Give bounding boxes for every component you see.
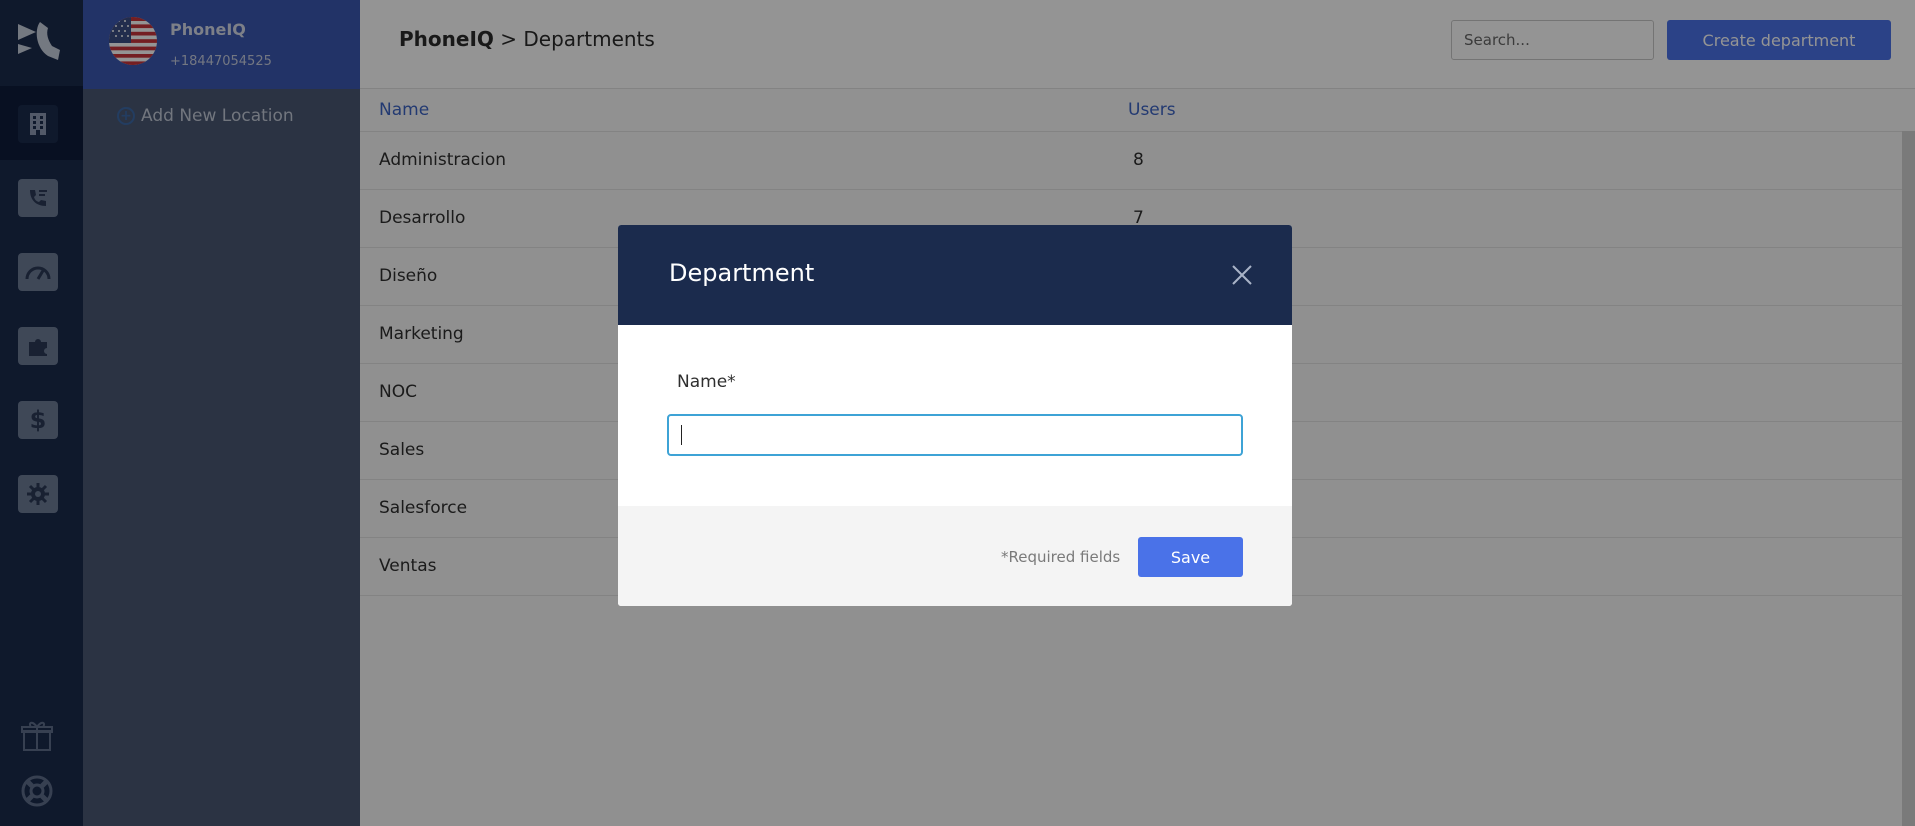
required-fields-note: *Required fields — [1001, 548, 1121, 566]
close-icon[interactable] — [1230, 263, 1254, 287]
dialog-title: Department — [669, 259, 815, 287]
dialog-footer: *Required fields Save — [618, 506, 1292, 606]
dialog-header: Department — [618, 225, 1292, 325]
dialog-body: Name* — [618, 325, 1292, 506]
text-caret — [681, 425, 682, 445]
save-button[interactable]: Save — [1138, 537, 1243, 577]
department-dialog: Department Name* *Required fields Save — [618, 225, 1292, 606]
department-name-input[interactable] — [667, 414, 1243, 456]
name-field-label: Name* — [677, 372, 736, 392]
